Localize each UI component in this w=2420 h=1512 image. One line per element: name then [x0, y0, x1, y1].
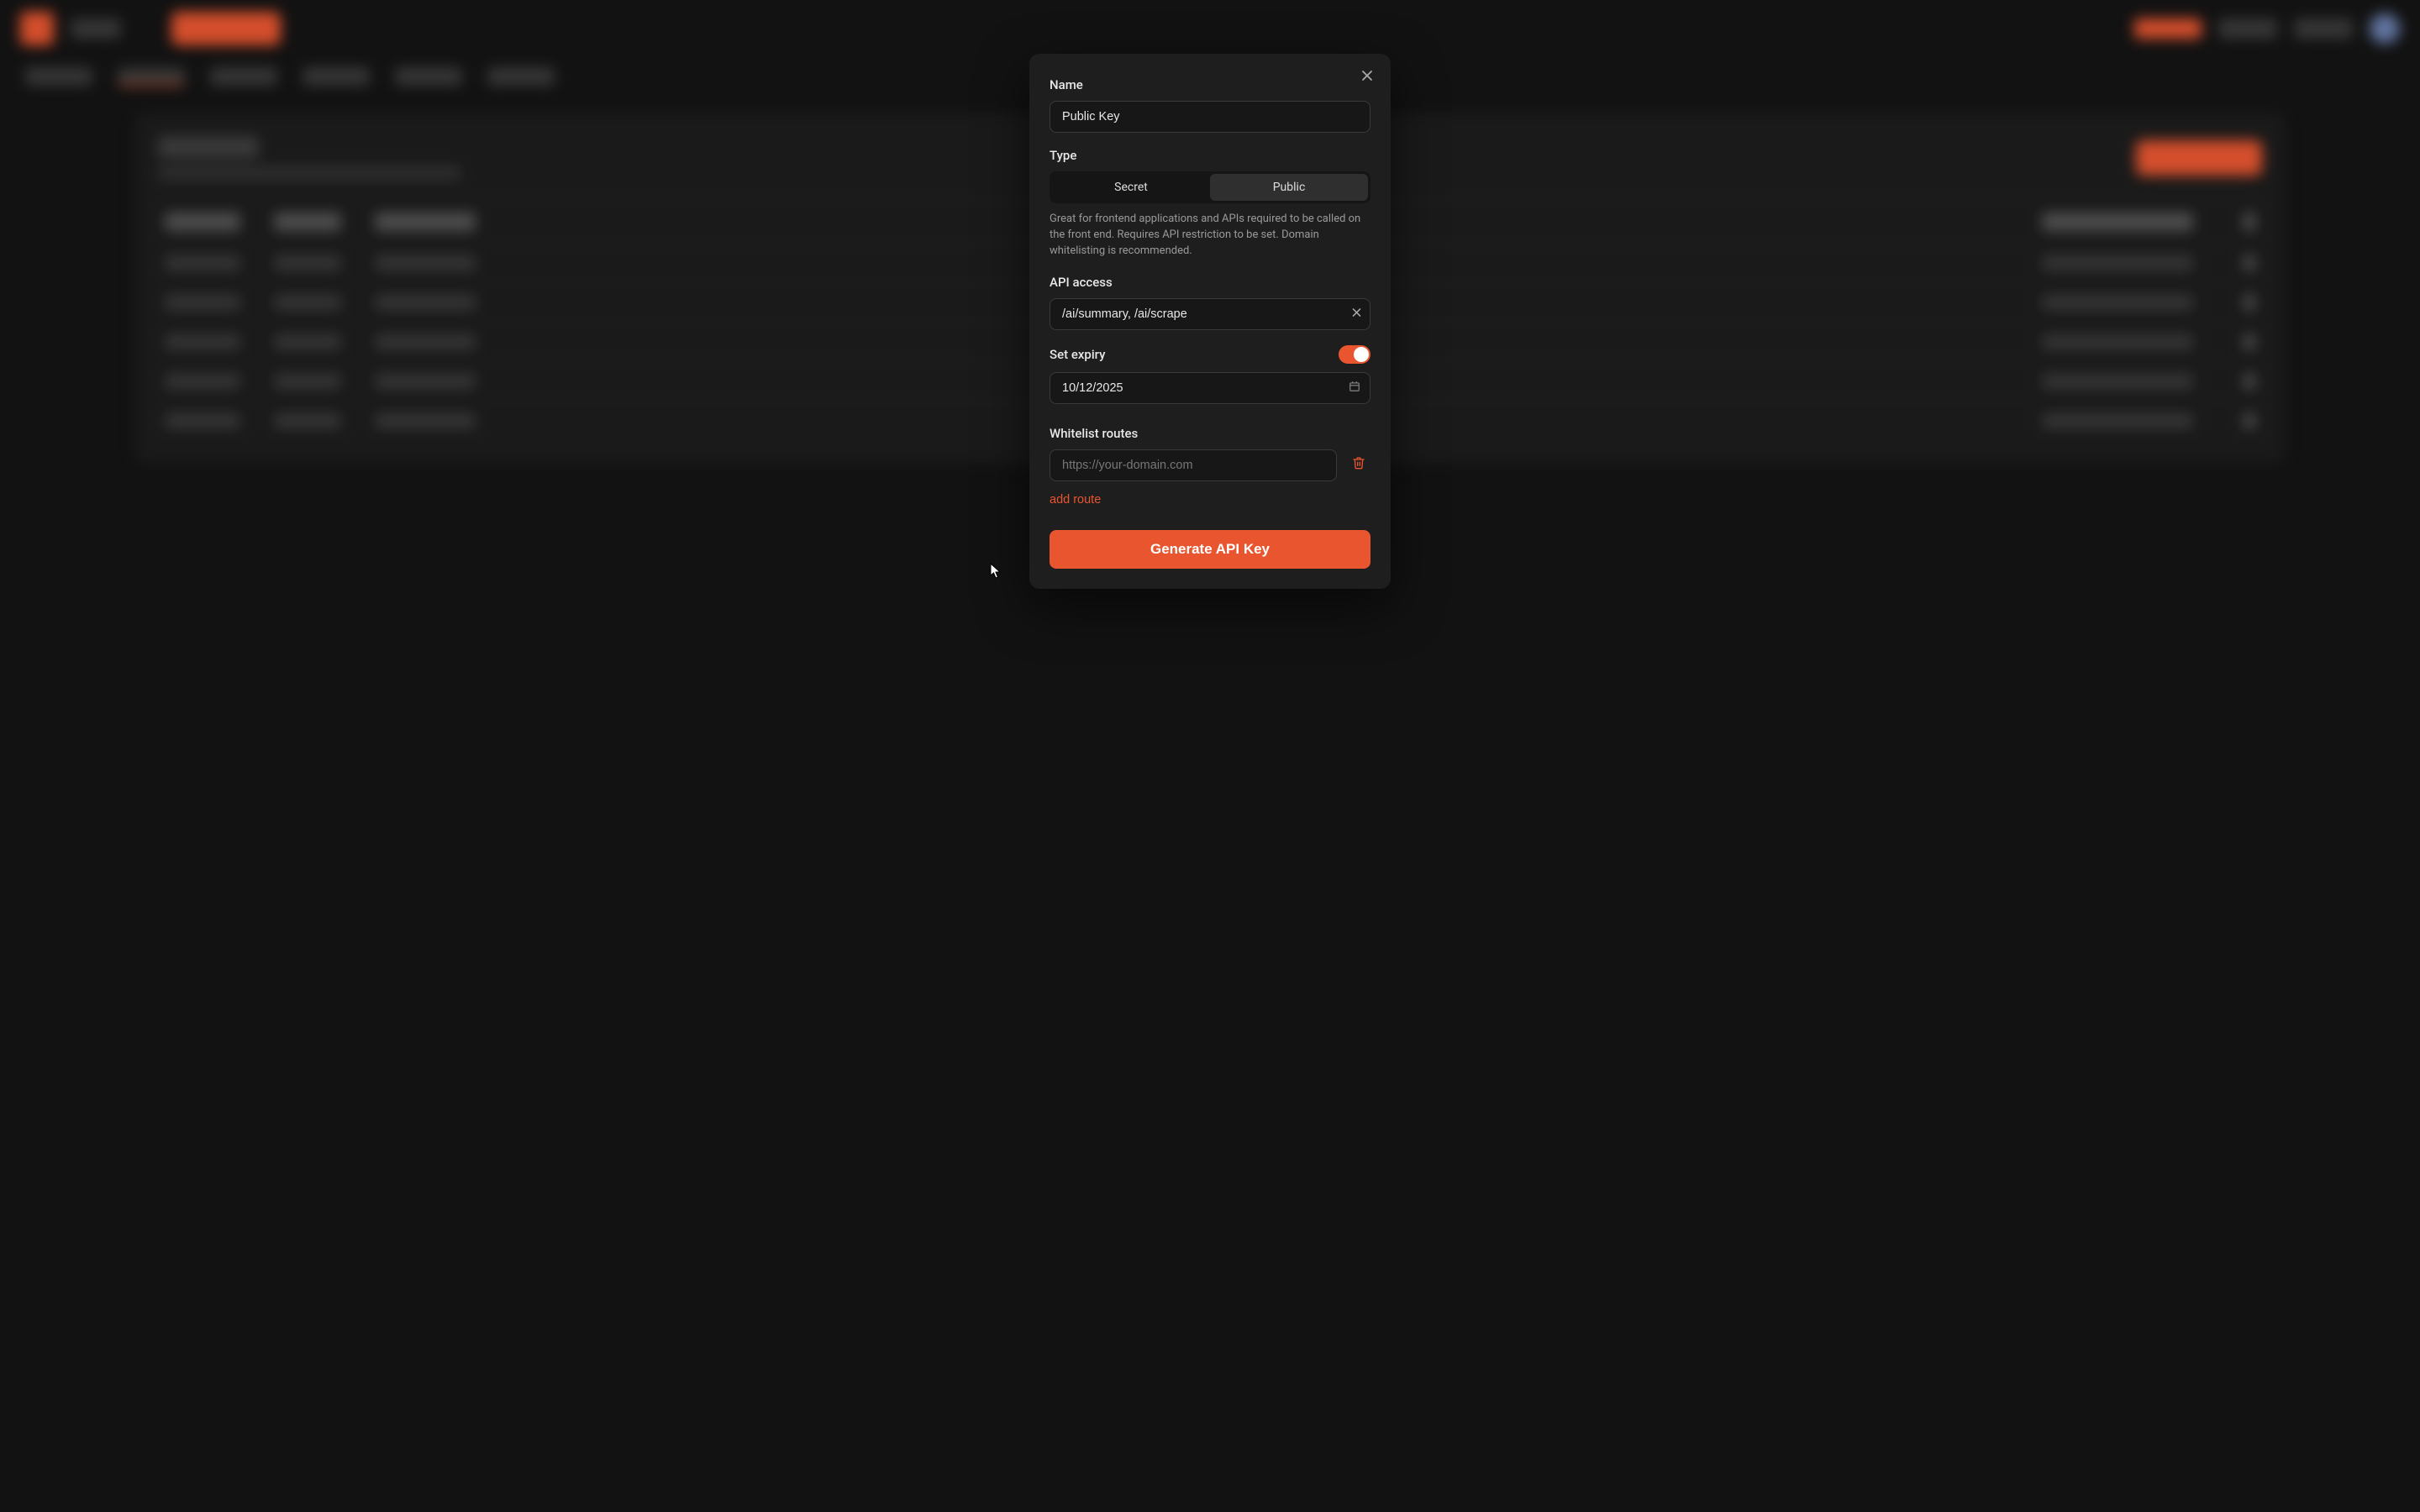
generate-api-key-button[interactable]: Generate API Key — [1050, 530, 1370, 569]
name-input[interactable] — [1050, 101, 1370, 133]
type-label: Type — [1050, 148, 1370, 163]
expiry-label: Set expiry — [1050, 347, 1105, 362]
modal-overlay: Name Type Secret Public Great for fronte… — [0, 0, 2420, 1512]
whitelist-route-row — [1050, 449, 1370, 481]
type-option-public[interactable]: Public — [1210, 174, 1368, 201]
expiry-date-input[interactable] — [1050, 372, 1370, 404]
whitelist-label: Whitelist routes — [1050, 426, 1370, 441]
toggle-knob — [1354, 347, 1369, 362]
clear-api-access-button[interactable] — [1351, 307, 1362, 321]
close-icon — [1351, 307, 1362, 321]
delete-route-button[interactable] — [1347, 451, 1370, 479]
create-api-key-modal: Name Type Secret Public Great for fronte… — [1029, 54, 1391, 589]
trash-icon — [1352, 459, 1365, 473]
close-icon — [1360, 69, 1374, 87]
api-access-label: API access — [1050, 275, 1370, 290]
type-help-text: Great for frontend applications and APIs… — [1050, 212, 1370, 260]
type-option-secret[interactable]: Secret — [1052, 174, 1210, 201]
expiry-toggle[interactable] — [1339, 345, 1370, 364]
close-button[interactable] — [1355, 66, 1379, 89]
name-label: Name — [1050, 77, 1370, 92]
whitelist-route-input[interactable] — [1050, 449, 1337, 481]
api-access-input[interactable] — [1050, 298, 1370, 330]
add-route-button[interactable]: add route — [1050, 493, 1101, 507]
type-segmented: Secret Public — [1050, 171, 1370, 203]
